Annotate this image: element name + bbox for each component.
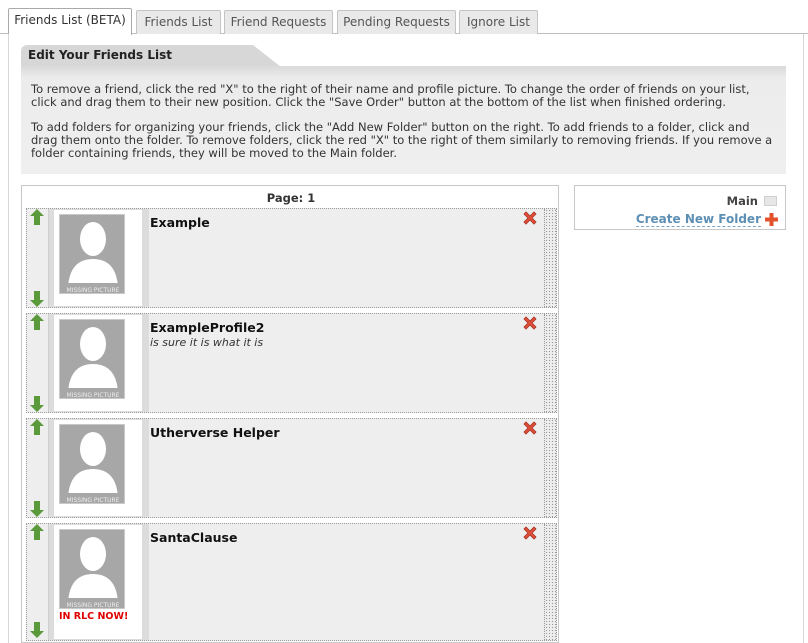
remove-friend-icon[interactable]	[521, 524, 539, 542]
friend-name[interactable]: Example	[150, 215, 210, 230]
friend-name[interactable]: SantaClause	[150, 530, 237, 545]
create-new-folder-link[interactable]: Create New Folder	[635, 212, 761, 227]
profile-picture[interactable]: MISSING PICTURE	[59, 529, 125, 609]
profile-picture[interactable]: MISSING PICTURE	[59, 424, 125, 504]
friend-row[interactable]: MISSING PICTURE ExampleProfile2 is sure …	[26, 313, 557, 413]
move-down-icon[interactable]	[30, 501, 44, 517]
folder-icon	[764, 196, 777, 206]
remove-friend-icon[interactable]	[521, 314, 539, 332]
move-down-icon[interactable]	[30, 396, 44, 412]
friend-name[interactable]: Utherverse Helper	[150, 425, 280, 440]
folder-main[interactable]: Main	[727, 194, 758, 208]
edit-header: Edit Your Friends List	[21, 45, 281, 67]
drag-handle[interactable]	[544, 209, 556, 307]
instructions-box: To remove a friend, click the red "X" to…	[21, 66, 786, 174]
tab-friends-list-beta[interactable]: Friends List (BETA)	[8, 8, 132, 35]
remove-friend-icon[interactable]	[521, 419, 539, 437]
move-down-icon[interactable]	[30, 622, 44, 638]
missing-picture-caption: MISSING PICTURE	[67, 287, 120, 294]
missing-picture-caption: MISSING PICTURE	[67, 497, 120, 504]
instructions-paragraph-1: To remove a friend, click the red "X" to…	[31, 82, 750, 109]
page-indicator: Page: 1	[266, 191, 316, 205]
move-up-icon[interactable]	[30, 419, 44, 435]
friend-row[interactable]: MISSING PICTURE SantaClause IN RLC NOW!	[26, 523, 557, 641]
profile-picture[interactable]: MISSING PICTURE	[59, 214, 125, 294]
move-up-icon[interactable]	[30, 524, 44, 540]
remove-friend-icon[interactable]	[521, 209, 539, 227]
missing-picture-silhouette-icon: MISSING PICTURE	[60, 327, 124, 399]
missing-picture-caption: MISSING PICTURE	[67, 392, 120, 399]
move-up-icon[interactable]	[30, 314, 44, 330]
tab-pending-requests[interactable]: Pending Requests	[337, 10, 456, 34]
tab-friend-requests[interactable]: Friend Requests	[224, 10, 333, 34]
friend-status: is sure it is what it is	[150, 336, 264, 349]
friend-row[interactable]: MISSING PICTURE Example	[26, 208, 557, 308]
plus-icon[interactable]	[765, 213, 778, 226]
missing-picture-caption: MISSING PICTURE	[67, 602, 120, 609]
missing-picture-silhouette-icon: MISSING PICTURE	[60, 432, 124, 504]
missing-picture-silhouette-icon: MISSING PICTURE	[60, 222, 124, 294]
missing-picture-silhouette-icon: MISSING PICTURE	[60, 537, 124, 609]
folders-panel: Main Create New Folder	[574, 185, 786, 230]
tab-friends-list[interactable]: Friends List	[136, 10, 221, 34]
tab-bar: Friends List (BETA) Friends List Friend …	[0, 0, 808, 35]
drag-handle[interactable]	[544, 314, 556, 412]
drag-handle[interactable]	[544, 419, 556, 517]
tab-ignore-list[interactable]: Ignore List	[459, 10, 538, 34]
instructions-paragraph-2: To add folders for organizing your frien…	[31, 120, 773, 160]
edit-header-title: Edit Your Friends List	[28, 48, 172, 62]
friend-row[interactable]: MISSING PICTURE Utherverse Helper	[26, 418, 557, 518]
friends-list: Page: 1 MISSING PICTURE Example MISSING …	[21, 185, 559, 643]
move-down-icon[interactable]	[30, 291, 44, 307]
profile-picture[interactable]: MISSING PICTURE	[59, 319, 125, 399]
drag-handle[interactable]	[544, 524, 556, 640]
friend-name[interactable]: ExampleProfile2	[150, 320, 264, 335]
move-up-icon[interactable]	[30, 209, 44, 225]
online-status-badge: IN RLC NOW!	[59, 611, 129, 622]
